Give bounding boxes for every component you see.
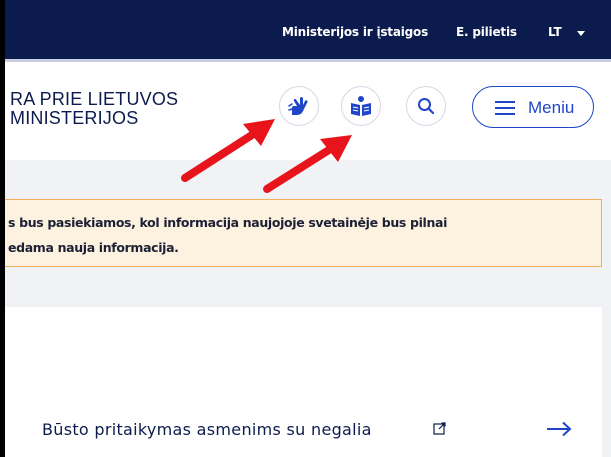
chevron-down-icon[interactable] <box>577 31 585 36</box>
search-button[interactable] <box>406 86 446 126</box>
easy-read-icon <box>351 96 371 116</box>
sign-language-button[interactable] <box>279 86 319 126</box>
arrow-right-icon[interactable] <box>546 421 572 437</box>
menu-button[interactable]: Meniu <box>472 86 594 128</box>
notice-line-1: s bus pasiekiamos, kol informacija naujo… <box>8 215 448 230</box>
easy-read-button[interactable] <box>341 86 381 126</box>
top-bar: Ministerijos ir įstaigos E. pilietis LT <box>5 0 611 62</box>
notice-line-2: edama nauja informacija. <box>8 240 179 255</box>
ministries-link[interactable]: Ministerijos ir įstaigos <box>282 25 428 39</box>
hamburger-icon <box>495 101 515 115</box>
housing-adaptation-link[interactable]: Būsto pritaikymas asmenims su negalia <box>42 420 372 439</box>
external-link-icon <box>433 422 446 435</box>
language-selector[interactable]: LT <box>548 25 562 39</box>
content-card: Būsto pritaikymas asmenims su negalia <box>5 307 602 457</box>
site-logo-text[interactable]: RA PRIE LIETUVOS MINISTERIJOS <box>10 90 178 128</box>
logo-line-2: MINISTERIJOS <box>10 108 139 128</box>
menu-label: Meniu <box>528 98 575 117</box>
logo-line-1: RA PRIE LIETUVOS <box>10 89 179 109</box>
site-header: RA PRIE LIETUVOS MINISTERIJOS Meniu <box>5 62 611 160</box>
sign-language-icon <box>288 97 308 115</box>
search-icon <box>418 98 435 115</box>
e-citizen-link[interactable]: E. pilietis <box>456 25 517 39</box>
browser-frame: Ministerijos ir įstaigos E. pilietis LT … <box>0 0 611 457</box>
notice-banner: s bus pasiekiamos, kol informacija naujo… <box>5 199 602 267</box>
